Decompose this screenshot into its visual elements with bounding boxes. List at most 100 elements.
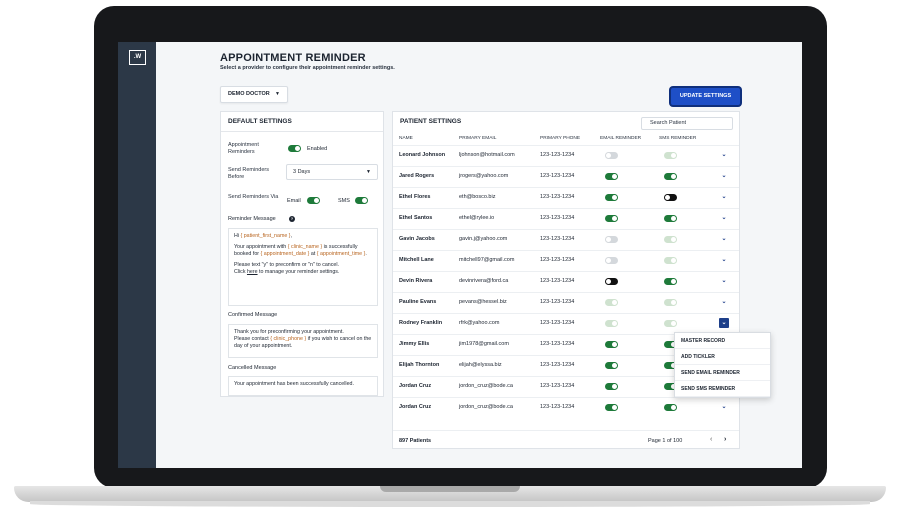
sms-reminder-toggle[interactable] — [664, 278, 677, 285]
chevron-left-icon[interactable]: ‹ — [710, 436, 712, 443]
chevron-down-icon[interactable]: ⌄ — [719, 213, 729, 223]
table-row[interactable]: Gavin Jacobs gavin.j@yahoo.com 123-123-123… — [393, 229, 739, 250]
patient-email: pevans@hessel.biz — [459, 299, 507, 305]
column-header-sms-reminder[interactable]: SMS REMINDER — [659, 136, 696, 141]
patient-name: Gavin Jacobs — [399, 236, 435, 242]
patient-name: Jordan Cruz — [399, 383, 432, 389]
chevron-right-icon[interactable]: › — [724, 436, 726, 443]
sms-channel-toggle[interactable] — [355, 197, 368, 204]
patient-settings-panel: PATIENT SETTINGS Search Patient NAME PRI… — [392, 111, 740, 449]
email-reminder-toggle[interactable] — [605, 299, 618, 306]
app-logo[interactable]: .W — [129, 50, 146, 65]
appointment-reminders-toggle[interactable] — [288, 145, 301, 152]
patient-name: Elijah Thornton — [399, 362, 440, 368]
patient-email: devinrivera@ford.ca — [459, 278, 509, 284]
message-text: Click — [234, 269, 247, 275]
help-icon[interactable]: ? — [289, 216, 295, 222]
default-settings-title: DEFAULT SETTINGS — [228, 118, 292, 125]
patient-email: mitchell97@gmail.com — [459, 257, 515, 263]
patient-phone: 123-123-1234 — [540, 152, 575, 158]
patient-name: Ethel Flores — [399, 194, 431, 200]
sms-reminder-toggle[interactable] — [664, 404, 677, 411]
sms-reminder-toggle[interactable] — [664, 173, 677, 180]
manage-settings-link[interactable]: here — [247, 269, 258, 275]
sidebar: .W — [118, 42, 156, 468]
chevron-down-icon[interactable]: ⌄ — [719, 234, 729, 244]
sms-reminder-toggle[interactable] — [664, 299, 677, 306]
sms-reminder-toggle[interactable] — [664, 257, 677, 264]
patient-name: Jordan Cruz — [399, 404, 432, 410]
chevron-down-icon[interactable]: ⌄ — [719, 150, 729, 160]
page-info: Page 1 of 100 — [648, 438, 683, 444]
email-reminder-toggle[interactable] — [605, 278, 618, 285]
template-variable: { appointment_time } — [316, 251, 366, 257]
send-before-select[interactable]: 3 Days ▼ — [286, 164, 378, 180]
sms-reminder-toggle[interactable] — [664, 215, 677, 222]
email-reminder-toggle[interactable] — [605, 173, 618, 180]
menu-item-add-tickler[interactable]: ADD TICKLER — [675, 349, 770, 365]
email-reminder-toggle[interactable] — [605, 362, 618, 369]
table-row[interactable]: Jared Rogers jrogers@yahoo.com 123-123-123… — [393, 166, 739, 187]
search-patient-input[interactable]: Search Patient — [641, 117, 733, 130]
table-row[interactable]: Rodney Franklin rfrk@yahoo.com 123-123-123… — [393, 313, 739, 334]
table-row[interactable]: Ethel Santos ethel@rylee.io 123-123-1234 ⌄ — [393, 208, 739, 229]
sms-reminder-toggle[interactable] — [664, 236, 677, 243]
chevron-down-icon[interactable]: ⌄ — [719, 192, 729, 202]
chevron-down-icon[interactable]: ⌄ — [719, 297, 729, 307]
table-row[interactable]: Devin Rivera devinrivera@ford.ca 123-123-1… — [393, 271, 739, 292]
chevron-down-icon[interactable]: ⌄ — [719, 402, 729, 412]
reminder-message-box[interactable]: Hi { patient_first_name }, Your appointm… — [228, 228, 378, 306]
email-reminder-toggle[interactable] — [605, 383, 618, 390]
chevron-down-icon[interactable]: ⌄ — [719, 255, 729, 265]
email-reminder-toggle[interactable] — [605, 236, 618, 243]
main-content: APPOINTMENT REMINDER Select a provider t… — [156, 42, 802, 468]
cancelled-message-label: Cancelled Message — [228, 365, 277, 371]
email-reminder-toggle[interactable] — [605, 257, 618, 264]
sms-reminder-toggle[interactable] — [664, 194, 677, 201]
update-settings-button[interactable]: UPDATE SETTINGS — [671, 88, 740, 105]
patient-name: Leonard Johnson — [399, 152, 446, 158]
patient-phone: 123-123-1234 — [540, 362, 575, 368]
menu-item-send-email-reminder[interactable]: SEND EMAIL REMINDER — [675, 365, 770, 381]
patient-email: jordon_cruz@bode.ca — [459, 404, 513, 410]
chevron-down-icon[interactable]: ⌄ — [719, 318, 729, 328]
send-via-label: Send Reminders Via — [228, 194, 279, 200]
patient-email: elijah@elyssa.biz — [459, 362, 502, 368]
column-header-email-reminder[interactable]: EMAIL REMINDER — [600, 136, 641, 141]
table-row[interactable]: Ethel Flores eth@bosco.biz 123-123-1234 ⌄ — [393, 187, 739, 208]
table-row[interactable]: Pauline Evans pevans@hessel.biz 123-123-12… — [393, 292, 739, 313]
menu-item-master-record[interactable]: MASTER RECORD — [675, 333, 770, 349]
table-row[interactable]: Mitchell Lane mitchell97@gmail.com 123-123… — [393, 250, 739, 271]
menu-item-send-sms-reminder[interactable]: SEND SMS REMINDER — [675, 381, 770, 397]
patient-name: Pauline Evans — [399, 299, 437, 305]
table-row[interactable]: Jordan Cruz jordon_cruz@bode.ca 123-123-12… — [393, 397, 739, 418]
email-channel-toggle[interactable] — [307, 197, 320, 204]
email-reminder-toggle[interactable] — [605, 194, 618, 201]
patient-email: rfrk@yahoo.com — [459, 320, 500, 326]
chevron-down-icon[interactable]: ⌄ — [719, 171, 729, 181]
column-header-name[interactable]: NAME — [399, 136, 413, 141]
column-header-email[interactable]: PRIMARY EMAIL — [459, 136, 496, 141]
sms-reminder-toggle[interactable] — [664, 320, 677, 327]
send-before-label: Send Reminders Before — [228, 167, 269, 180]
app-screen: .W APPOINTMENT REMINDER Select a provide… — [118, 42, 802, 468]
email-reminder-toggle[interactable] — [605, 320, 618, 327]
message-text: Your appointment with — [234, 244, 288, 250]
sms-reminder-toggle[interactable] — [664, 152, 677, 159]
email-reminder-toggle[interactable] — [605, 152, 618, 159]
patient-email: jrogers@yahoo.com — [459, 173, 509, 179]
chevron-down-icon[interactable]: ⌄ — [719, 276, 729, 286]
column-header-phone[interactable]: PRIMARY PHONE — [540, 136, 580, 141]
patient-phone: 123-123-1234 — [540, 278, 575, 284]
patient-phone: 123-123-1234 — [540, 257, 575, 263]
confirmed-message-box[interactable]: Thank you for preconfirming your appoint… — [228, 324, 378, 358]
provider-select[interactable]: DEMO DOCTOR ▼ — [220, 86, 288, 103]
email-reminder-toggle[interactable] — [605, 404, 618, 411]
send-before-value: 3 Days — [293, 169, 311, 175]
table-row[interactable]: Leonard Johnson ljohnson@hotmail.com 123-1… — [393, 145, 739, 166]
email-reminder-toggle[interactable] — [605, 341, 618, 348]
patient-phone: 123-123-1234 — [540, 173, 575, 179]
appointment-reminders-label: Appointment Reminders — [228, 142, 259, 155]
email-reminder-toggle[interactable] — [605, 215, 618, 222]
cancelled-message-box[interactable]: Your appointment has been successfully c… — [228, 376, 378, 396]
